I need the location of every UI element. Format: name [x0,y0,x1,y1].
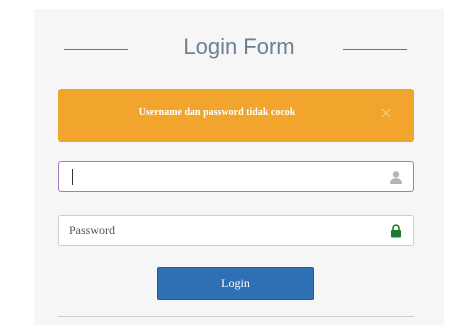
password-field[interactable] [58,215,414,246]
text-cursor [72,169,73,185]
username-input[interactable] [69,162,369,191]
error-alert: Username dan password tidak cocok [58,89,414,142]
password-input[interactable] [69,216,369,245]
close-icon[interactable] [378,105,394,121]
alert-message: Username dan password tidak cocok [138,107,296,118]
title-divider-right [343,49,407,50]
bottom-divider [58,316,414,317]
lock-icon [389,224,403,238]
form-title: Login Form [183,34,295,59]
login-button[interactable]: Login [157,267,314,300]
form-header: Login Form [34,30,444,70]
user-icon [389,170,403,184]
username-field[interactable] [58,161,414,192]
